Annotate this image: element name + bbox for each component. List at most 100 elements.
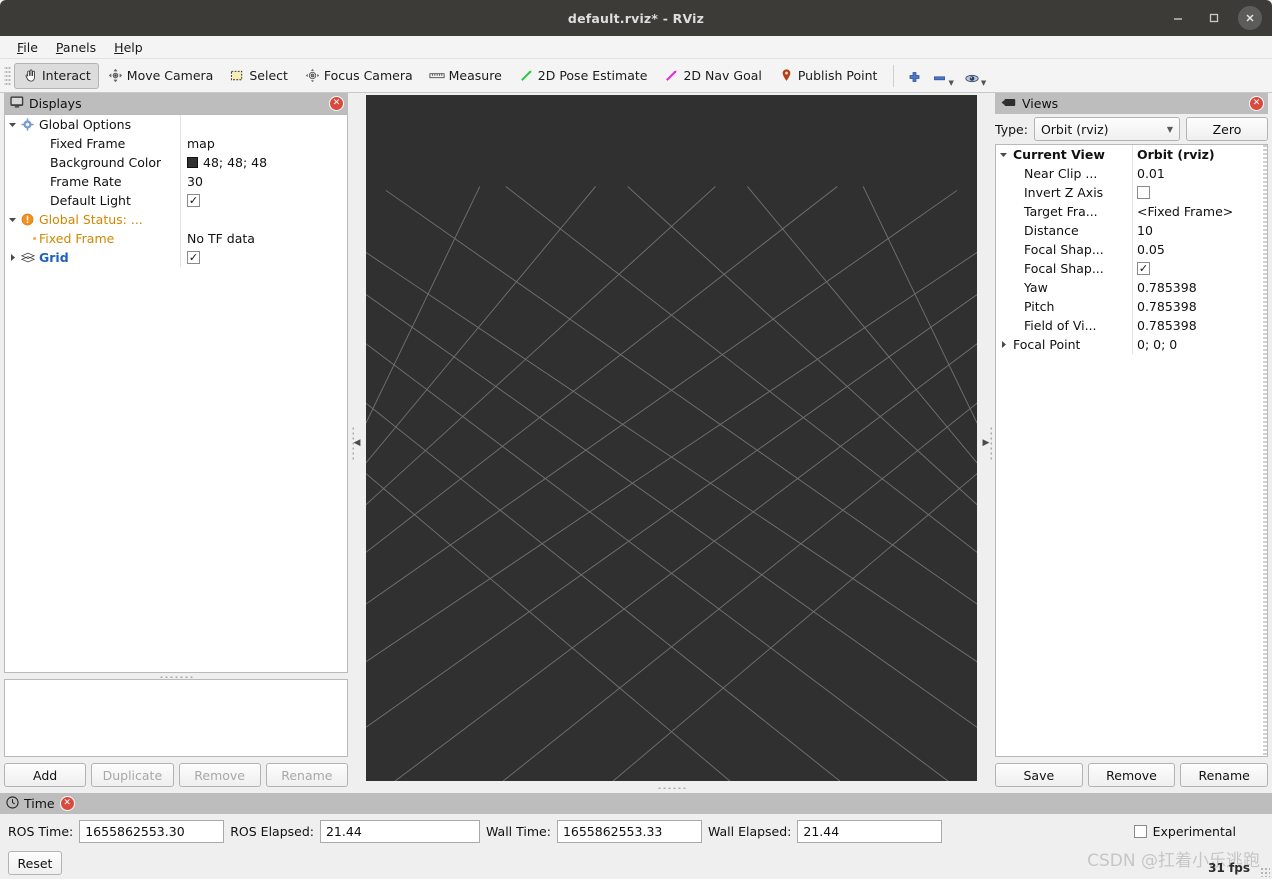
view-row-focal-shape-fixed[interactable]: Focal Shap... ✓ <box>996 259 1267 278</box>
view-type-select[interactable]: Orbit (rviz) ▼ <box>1033 117 1180 141</box>
view-row-distance[interactable]: Distance 10 <box>996 221 1267 240</box>
view-row-current-view[interactable]: Current View Orbit (rviz) <box>996 145 1267 164</box>
tool-2d-nav-goal[interactable]: 2D Nav Goal <box>655 63 769 89</box>
view-row-focal-point[interactable]: Focal Point 0; 0; 0 <box>996 335 1267 354</box>
map-pin-icon <box>778 67 795 84</box>
view-value-current-view: Orbit (rviz) <box>1137 147 1215 162</box>
tree-row-fixed-frame[interactable]: Fixed Frame map <box>5 134 347 153</box>
tool-move-camera[interactable]: Move Camera <box>99 63 222 89</box>
tree-row-default-light[interactable]: Default Light ✓ <box>5 191 347 210</box>
view-value-target-frame[interactable]: <Fixed Frame> <box>1137 204 1233 219</box>
zero-button[interactable]: Zero <box>1186 117 1268 141</box>
tool-focus-camera[interactable]: Focus Camera <box>296 63 421 89</box>
collapse-left-icon[interactable]: ◀ <box>354 438 361 448</box>
focal-shape-fixed-checkbox[interactable]: ✓ <box>1137 262 1150 275</box>
grid-checkbox[interactable]: ✓ <box>187 251 200 264</box>
invert-z-axis-checkbox[interactable] <box>1137 186 1150 199</box>
close-button[interactable] <box>1238 6 1262 30</box>
tree-label-grid: Grid <box>39 250 69 265</box>
view-row-pitch[interactable]: Pitch 0.785398 <box>996 297 1267 316</box>
tool-2d-nav-goal-label: 2D Nav Goal <box>683 68 762 83</box>
3d-render-area[interactable] <box>366 95 977 781</box>
tree-row-status-fixed-frame[interactable]: Fixed Frame No TF data <box>5 229 347 248</box>
tool-interact[interactable]: Interact <box>14 62 99 89</box>
tree-row-background-color[interactable]: Background Color 48; 48; 48 <box>5 153 347 172</box>
rename-display-button[interactable]: Rename <box>265 763 348 787</box>
menu-file[interactable]: File <box>8 38 47 57</box>
view-value-distance[interactable]: 10 <box>1137 223 1153 238</box>
view-value-focal-point[interactable]: 0; 0; 0 <box>1137 337 1177 352</box>
displays-tree[interactable]: Global Options Fixed Frame map Backgroun… <box>4 114 348 673</box>
tool-2d-pose-estimate[interactable]: 2D Pose Estimate <box>510 63 656 89</box>
add-tool-button[interactable] <box>902 63 927 89</box>
rename-view-button[interactable]: Rename <box>1180 763 1269 787</box>
menu-help[interactable]: Help <box>105 38 152 57</box>
visibility-button[interactable]: ▼ <box>959 63 991 89</box>
minus-icon <box>932 71 947 89</box>
remove-display-button[interactable]: Remove <box>178 763 261 787</box>
wall-elapsed-input[interactable]: 21.44 <box>797 820 943 843</box>
tree-value-fixed-frame[interactable]: map <box>187 136 215 151</box>
menu-panels[interactable]: Panels <box>47 38 105 57</box>
right-splitter[interactable]: ▶ <box>977 93 995 793</box>
toolbar-grip[interactable] <box>4 64 11 87</box>
tree-row-global-status[interactable]: Global Status: ... <box>5 210 347 229</box>
duplicate-button[interactable]: Duplicate <box>91 763 174 787</box>
view-value-field-of-view[interactable]: 0.785398 <box>1137 318 1197 333</box>
view-row-invert-z-axis[interactable]: Invert Z Axis <box>996 183 1267 202</box>
reset-button[interactable]: Reset <box>8 851 62 875</box>
view-row-focal-shape-size[interactable]: Focal Shap... 0.05 <box>996 240 1267 259</box>
tool-measure[interactable]: Measure <box>421 63 510 89</box>
maximize-button[interactable] <box>1202 6 1226 30</box>
minimize-button[interactable] <box>1166 6 1190 30</box>
views-panel: Views ✕ Type: Orbit (rviz) ▼ Zero Curren… <box>995 93 1272 793</box>
chevron-down-icon-current-view[interactable] <box>996 150 1010 159</box>
tree-value-frame-rate[interactable]: 30 <box>187 174 203 189</box>
view-value-focal-shape-size[interactable]: 0.05 <box>1137 242 1165 257</box>
chevron-right-icon-focal-point[interactable] <box>996 340 1010 349</box>
chevron-down-icon-status[interactable] <box>5 215 19 224</box>
view-label-focal-shape-fixed: Focal Shap... <box>1024 261 1104 276</box>
render-viewport[interactable] <box>366 93 977 793</box>
view-type-value: Orbit (rviz) <box>1040 121 1109 137</box>
time-reset-row: Reset <box>8 851 1264 875</box>
views-close-icon[interactable]: ✕ <box>1249 96 1264 111</box>
view-row-target-frame[interactable]: Target Fra... <Fixed Frame> <box>996 202 1267 221</box>
warning-icon-2 <box>19 232 36 245</box>
tree-row-global-options[interactable]: Global Options <box>5 115 347 134</box>
wall-time-input[interactable]: 1655862553.33 <box>556 820 702 843</box>
ros-time-input[interactable]: 1655862553.30 <box>79 820 225 843</box>
remove-view-button[interactable]: Remove <box>1087 763 1176 787</box>
window-resize-grip[interactable] <box>1260 867 1270 877</box>
view-label-near-clip: Near Clip ... <box>1024 166 1098 181</box>
chevron-right-icon-grid[interactable] <box>5 253 19 262</box>
save-view-button[interactable]: Save <box>995 763 1083 787</box>
experimental-checkbox[interactable] <box>1133 825 1147 838</box>
chevron-down-icon[interactable] <box>5 120 19 129</box>
views-scrollbar[interactable] <box>1263 145 1267 756</box>
view-row-field-of-view[interactable]: Field of Vi... 0.785398 <box>996 316 1267 335</box>
default-light-checkbox[interactable]: ✓ <box>187 194 200 207</box>
ruler-icon <box>429 67 446 84</box>
add-button[interactable]: Add <box>4 763 87 787</box>
tree-label-global-status: Global Status: ... <box>39 212 143 227</box>
views-tree[interactable]: Current View Orbit (rviz) Near Clip ... … <box>995 144 1268 757</box>
tool-select[interactable]: Select <box>221 63 296 89</box>
time-close-icon[interactable]: ✕ <box>59 796 75 811</box>
tree-row-frame-rate[interactable]: Frame Rate 30 <box>5 172 347 191</box>
left-splitter[interactable]: ◀ <box>348 93 366 793</box>
tree-value-background-color[interactable]: 48; 48; 48 <box>203 155 267 170</box>
view-value-yaw[interactable]: 0.785398 <box>1137 280 1197 295</box>
warning-icon <box>19 213 36 226</box>
view-value-pitch[interactable]: 0.785398 <box>1137 299 1197 314</box>
tree-row-grid[interactable]: Grid ✓ <box>5 248 347 267</box>
remove-tool-button[interactable]: ▼ <box>927 63 958 89</box>
view-value-near-clip[interactable]: 0.01 <box>1137 166 1165 181</box>
ros-elapsed-input[interactable]: 21.44 <box>319 820 480 843</box>
view-label-invert-z-axis: Invert Z Axis <box>1024 185 1104 200</box>
view-row-yaw[interactable]: Yaw 0.785398 <box>996 278 1267 297</box>
displays-close-icon[interactable]: ✕ <box>329 96 344 111</box>
viewport-footer-splitter[interactable] <box>366 781 977 793</box>
view-row-near-clip[interactable]: Near Clip ... 0.01 <box>996 164 1267 183</box>
tool-publish-point[interactable]: Publish Point <box>770 63 886 89</box>
